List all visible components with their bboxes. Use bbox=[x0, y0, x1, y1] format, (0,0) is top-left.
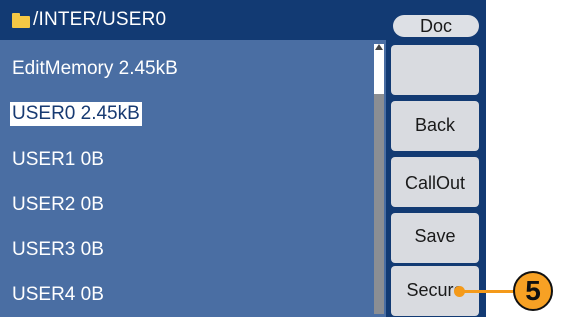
doc-button[interactable]: Doc bbox=[393, 15, 479, 37]
scrollbar-thumb[interactable] bbox=[374, 44, 384, 94]
file-item-user1[interactable]: USER1 0B bbox=[12, 148, 104, 172]
file-item-user2[interactable]: USER2 0B bbox=[12, 193, 104, 217]
scroll-up-arrow-icon[interactable] bbox=[375, 44, 383, 50]
callout-button-label: CallOut bbox=[404, 173, 466, 193]
file-item-user0[interactable]: USER0 2.45kB bbox=[10, 102, 142, 126]
save-button[interactable]: Save bbox=[391, 213, 479, 263]
callout-number-badge: 5 bbox=[513, 271, 553, 311]
file-item-user3[interactable]: USER3 0B bbox=[12, 238, 104, 262]
folder-icon bbox=[12, 12, 30, 28]
callout-pointer-dot bbox=[454, 286, 465, 297]
softkey-blank[interactable] bbox=[391, 45, 479, 95]
file-item-editmemory[interactable]: EditMemory 2.45kB bbox=[12, 57, 178, 81]
save-button-label: Save bbox=[414, 226, 456, 246]
back-button-label: Back bbox=[414, 115, 456, 135]
path-display: /INTER/USER0 bbox=[12, 8, 166, 32]
back-button[interactable]: Back bbox=[391, 101, 479, 151]
file-list: EditMemory 2.45kB USER0 2.45kB USER1 0B … bbox=[0, 42, 370, 317]
title-bar: /INTER/USER0 Doc bbox=[0, 0, 486, 40]
file-item-user4[interactable]: USER4 0B bbox=[12, 283, 104, 307]
callout-button[interactable]: CallOut bbox=[391, 157, 479, 207]
current-path: /INTER/USER0 bbox=[33, 9, 167, 30]
callout-leader-line bbox=[458, 290, 515, 293]
